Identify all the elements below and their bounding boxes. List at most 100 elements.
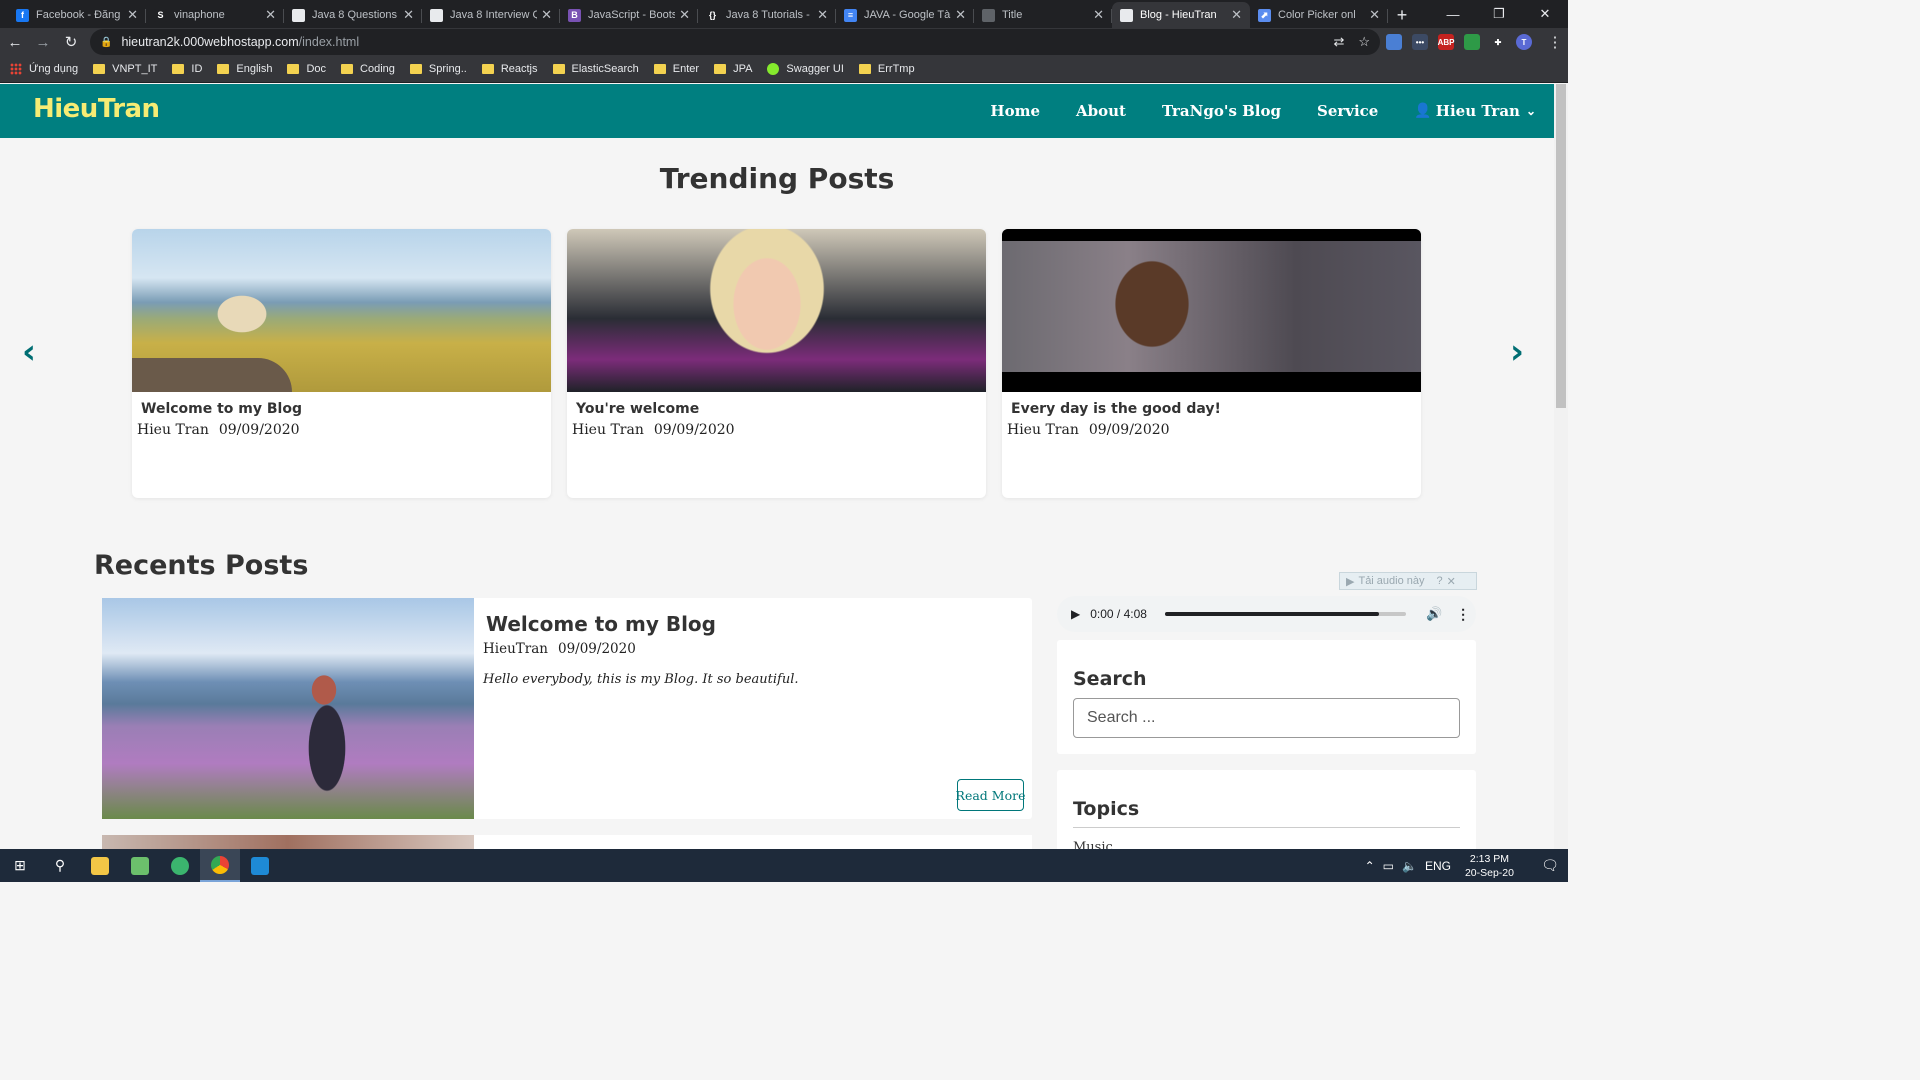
- profile-avatar[interactable]: T: [1516, 34, 1532, 50]
- new-tab-button[interactable]: +: [1388, 2, 1416, 28]
- green-app-icon[interactable]: [160, 849, 200, 882]
- bookmark-item[interactable]: Spring..: [409, 63, 467, 75]
- chevron-up-icon[interactable]: ⌃: [1365, 859, 1375, 873]
- close-tab-icon[interactable]: ✕: [541, 7, 552, 23]
- forward-arrow-icon[interactable]: →: [30, 29, 56, 55]
- scrollbar-thumb[interactable]: [1556, 84, 1566, 408]
- bookmark-item[interactable]: Ứng dụng: [10, 63, 78, 75]
- folder-icon: [341, 64, 354, 74]
- vscode-icon[interactable]: [240, 849, 280, 882]
- tab-label: JAVA - Google Tài liệ: [864, 9, 951, 21]
- trending-card[interactable]: Every day is the good day! Hieu Tran 09/0…: [1002, 229, 1421, 498]
- bookmark-item[interactable]: Enter: [653, 63, 699, 75]
- bookmark-item[interactable]: ElasticSearch: [552, 63, 639, 75]
- page-scrollbar[interactable]: [1554, 84, 1568, 849]
- post-title[interactable]: Welcome to my Blog: [486, 612, 716, 636]
- browser-tab[interactable]: Svinaphone ✕: [146, 2, 284, 28]
- close-tab-icon[interactable]: ✕: [127, 7, 138, 23]
- card-title[interactable]: Welcome to my Blog: [141, 401, 551, 417]
- notification-icon[interactable]: 🗨: [1532, 857, 1568, 874]
- bookmark-label: Ứng dụng: [29, 63, 79, 75]
- bookmark-item[interactable]: ErrTmp: [858, 63, 915, 75]
- windows-taskbar: ⊞ ⚲ ⌃ ▭ 🔈 ENG 2:13 PM 20-Sep-20 🗨: [0, 849, 1568, 882]
- close-window-icon[interactable]: ✕: [1522, 0, 1568, 28]
- browser-tab[interactable]: B JavaScript - Bootstra✕: [560, 2, 698, 28]
- adblock-plus-icon[interactable]: ABP: [1438, 34, 1454, 50]
- speaker-icon[interactable]: 🔈: [1402, 859, 1417, 873]
- windows-start-icon[interactable]: ⊞: [0, 849, 40, 882]
- trending-card[interactable]: Welcome to my Blog Hieu Tran 09/09/2020: [132, 229, 551, 498]
- card-title[interactable]: You're welcome: [576, 401, 986, 417]
- close-tab-icon[interactable]: ✕: [1093, 7, 1104, 23]
- tab-active[interactable]: Blog - HieuTran ✕: [1112, 2, 1250, 28]
- close-tab-icon[interactable]: ✕: [955, 7, 966, 23]
- browser-tab[interactable]: Java 8 Questions an ✕: [284, 2, 422, 28]
- audio-progress[interactable]: [1164, 612, 1406, 616]
- carousel-next-icon[interactable]: ›: [1510, 332, 1524, 372]
- bookmark-item[interactable]: English: [217, 63, 272, 75]
- bookmark-item[interactable]: Coding: [341, 63, 395, 75]
- bookmark-item[interactable]: Swagger UI: [767, 63, 844, 75]
- close-tab-icon[interactable]: ✕: [1231, 7, 1242, 23]
- back-arrow-icon[interactable]: ←: [2, 29, 28, 55]
- bookmark-label: Coding: [360, 63, 395, 75]
- nav-home[interactable]: Home: [990, 102, 1040, 120]
- volume-icon[interactable]: 🔊: [1426, 606, 1442, 622]
- bookmark-item[interactable]: Doc: [287, 63, 326, 75]
- more-options-icon[interactable]: ⋮: [1456, 606, 1470, 623]
- search-icon[interactable]: ⚲: [40, 849, 80, 882]
- carousel-prev-icon[interactable]: ‹: [22, 332, 36, 372]
- minimize-icon[interactable]: —: [1430, 0, 1476, 28]
- browser-tab[interactable]: Title ✕: [974, 2, 1112, 28]
- translate-icon[interactable]: ⇄: [1333, 34, 1344, 50]
- network-icon[interactable]: ▭: [1383, 859, 1394, 873]
- close-tab-icon[interactable]: ✕: [679, 7, 690, 23]
- puzzle-extensions-icon[interactable]: ✚: [1490, 34, 1506, 50]
- nav-service[interactable]: Service: [1317, 102, 1378, 120]
- close-tab-icon[interactable]: ✕: [403, 7, 414, 23]
- favicon-icon: f: [16, 8, 29, 22]
- close-tab-icon[interactable]: ✕: [1369, 7, 1380, 23]
- close-icon[interactable]: ✕: [1447, 575, 1456, 588]
- card-meta: Hieu Tran 09/09/2020: [572, 422, 986, 438]
- browser-tab[interactable]: ≡ JAVA - Google Tài liệ ✕: [836, 2, 974, 28]
- green-ext-icon[interactable]: [1464, 34, 1480, 50]
- tab-label: Java 8 Tutorials - M: [726, 9, 814, 21]
- card-title[interactable]: Every day is the good day!: [1011, 401, 1421, 417]
- browser-tab[interactable]: ⬈ Color Picker onl ✕: [1250, 2, 1388, 28]
- close-tab-icon[interactable]: ✕: [817, 7, 828, 23]
- bookmark-star-icon[interactable]: ☆: [1358, 34, 1370, 50]
- lock-icon[interactable]: 🔒: [100, 37, 112, 48]
- address-bar[interactable]: 🔒 hieutran2k.000webhostapp.com/index.htm…: [90, 29, 1380, 55]
- user-menu[interactable]: 👤 Hieu Tran ⌄: [1414, 102, 1536, 120]
- nav-about[interactable]: About: [1076, 102, 1126, 120]
- browser-tab[interactable]: f Facebook - Đăng nh ✕: [8, 2, 146, 28]
- bookmark-item[interactable]: VNPT_IT: [93, 63, 157, 75]
- browser-tab[interactable]: Java 8 Interview Qu✕: [422, 2, 560, 28]
- menu-kebab-icon[interactable]: ⋮: [1542, 29, 1568, 55]
- bookmark-item[interactable]: JPA: [714, 63, 752, 75]
- read-more-button[interactable]: Read More: [956, 779, 1025, 811]
- translate-ext-icon[interactable]: [1386, 34, 1402, 50]
- language-indicator[interactable]: ENG: [1425, 859, 1451, 873]
- notepad-icon[interactable]: [120, 849, 160, 882]
- help-icon[interactable]: ?: [1437, 575, 1443, 587]
- chrome-icon[interactable]: [200, 849, 240, 882]
- close-tab-icon[interactable]: ✕: [265, 7, 276, 23]
- bookmark-item[interactable]: Reactjs: [481, 63, 538, 75]
- site-logo[interactable]: HieuTran: [33, 94, 160, 124]
- audio-download-button[interactable]: ▶ Tải audio này ? ✕: [1339, 572, 1477, 590]
- nav-blog[interactable]: TraNgo's Blog: [1162, 102, 1281, 120]
- restore-icon[interactable]: ❐: [1476, 0, 1522, 28]
- browser-tab[interactable]: {} Java 8 Tutorials - M ✕: [698, 2, 836, 28]
- topics-title: Topics: [1073, 798, 1140, 820]
- bookmark-item[interactable]: ID: [172, 63, 202, 75]
- search-input[interactable]: Search ...: [1073, 698, 1460, 738]
- file-explorer-icon[interactable]: [80, 849, 120, 882]
- post-thumbnail[interactable]: [102, 598, 474, 819]
- clock[interactable]: 2:13 PM 20-Sep-20: [1465, 852, 1514, 880]
- reload-icon[interactable]: ↻: [58, 29, 84, 55]
- play-icon[interactable]: ▶: [1071, 607, 1080, 621]
- dots-ext-icon[interactable]: •••: [1412, 34, 1428, 50]
- trending-card[interactable]: You're welcome Hieu Tran 09/09/2020: [567, 229, 986, 498]
